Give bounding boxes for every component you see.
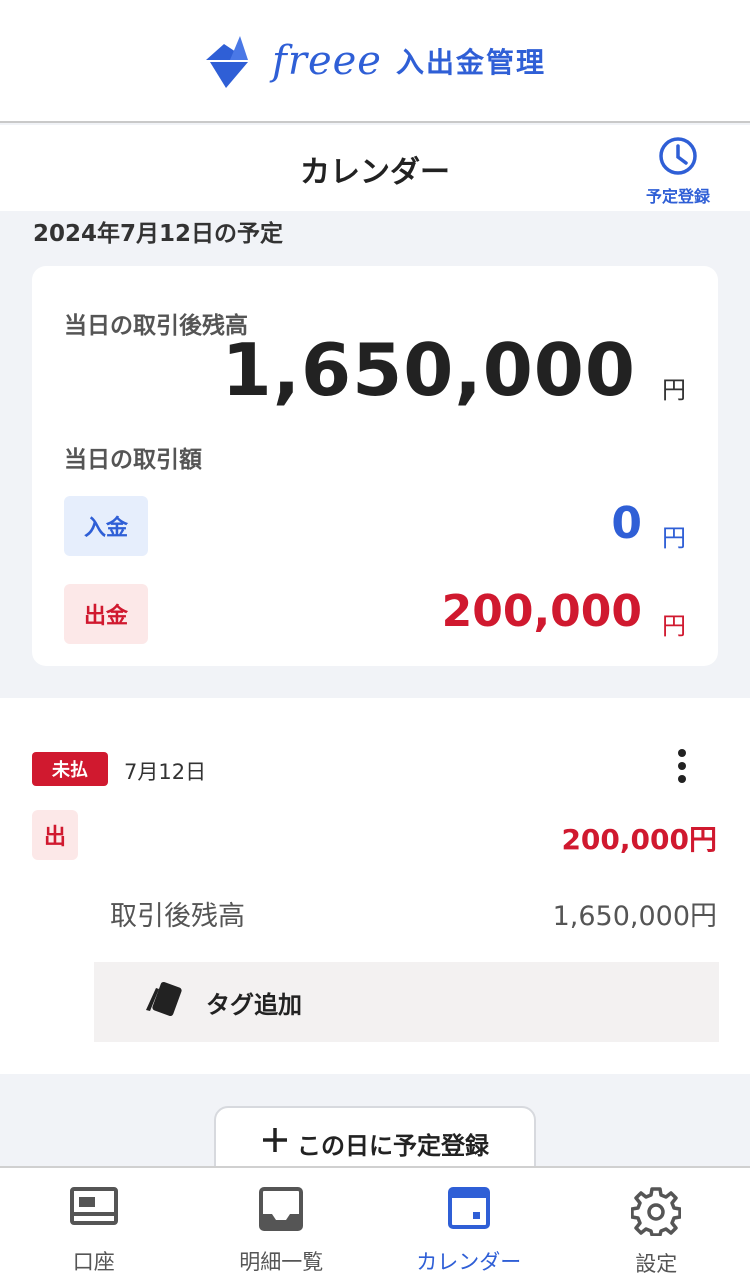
transaction-amount: 200,000円: [561, 823, 717, 856]
app-brand-bar: freee 入出金管理: [0, 0, 750, 123]
withdrawal-currency: 円: [662, 612, 686, 640]
nav-label-accounts: 口座: [72, 1250, 115, 1274]
transaction-date: 7月12日: [124, 760, 207, 784]
nav-item-calendar[interactable]: カレンダー: [375, 1168, 563, 1280]
balance-value: 1,650,000: [221, 328, 636, 412]
nav-label-settings: 設定: [635, 1252, 678, 1276]
transaction-item[interactable]: 未払 7月12日 出 200,000円 取引後残高 1,650,000円 タグ追…: [0, 698, 750, 1074]
bottom-nav: 口座 明細一覧 カレンダー 設定: [0, 1166, 750, 1280]
amount-label: 当日の取引額: [64, 447, 202, 473]
brand-product-name: 入出金管理: [395, 45, 546, 79]
plus-icon: [261, 1126, 289, 1158]
deposit-currency: 円: [662, 524, 686, 552]
nav-item-settings[interactable]: 設定: [563, 1168, 750, 1280]
add-tag-button[interactable]: タグ追加: [94, 962, 719, 1042]
withdrawal-badge: 出金: [64, 584, 148, 644]
nav-label-statements: 明細一覧: [239, 1250, 324, 1274]
brand-wordmark: freee: [272, 37, 382, 84]
header: カレンダー 予定登録: [0, 125, 750, 211]
balance-currency: 円: [662, 376, 686, 404]
schedule-register-label: 予定登録: [645, 187, 710, 206]
daily-summary-card: 当日の取引後残高 1,650,000 円 当日の取引額 入金 0 円 出金 20…: [32, 266, 718, 666]
date-heading: 2024年7月12日の予定: [33, 221, 284, 247]
balance-label: 当日の取引後残高: [64, 313, 248, 339]
nav-item-accounts[interactable]: 口座: [0, 1168, 188, 1280]
account-card-icon: [69, 1186, 119, 1230]
deposit-badge: 入金: [64, 496, 148, 556]
clock-icon: [657, 135, 699, 181]
balance-after-label: 取引後残高: [110, 901, 245, 932]
transaction-type-badge: 出: [32, 810, 78, 860]
calendar-icon: [447, 1186, 491, 1234]
brand-logo: freee 入出金管理: [204, 32, 546, 90]
more-options-icon[interactable]: [666, 746, 698, 786]
status-badge: 未払: [32, 752, 108, 786]
inbox-tray-icon: [258, 1186, 304, 1236]
balance-after-value: 1,650,000円: [552, 901, 717, 932]
swallow-logo-icon: [204, 32, 262, 90]
withdrawal-value: 200,000: [441, 586, 642, 637]
schedule-register-button[interactable]: 予定登録: [638, 135, 718, 207]
nav-item-statements[interactable]: 明細一覧: [188, 1168, 376, 1280]
add-tag-label: タグ追加: [206, 990, 302, 1019]
tag-icon: [142, 980, 186, 1024]
add-schedule-label: この日に予定登録: [297, 1132, 489, 1160]
gear-icon: [630, 1186, 682, 1240]
deposit-value: 0: [611, 498, 642, 549]
nav-label-calendar: カレンダー: [416, 1250, 522, 1274]
